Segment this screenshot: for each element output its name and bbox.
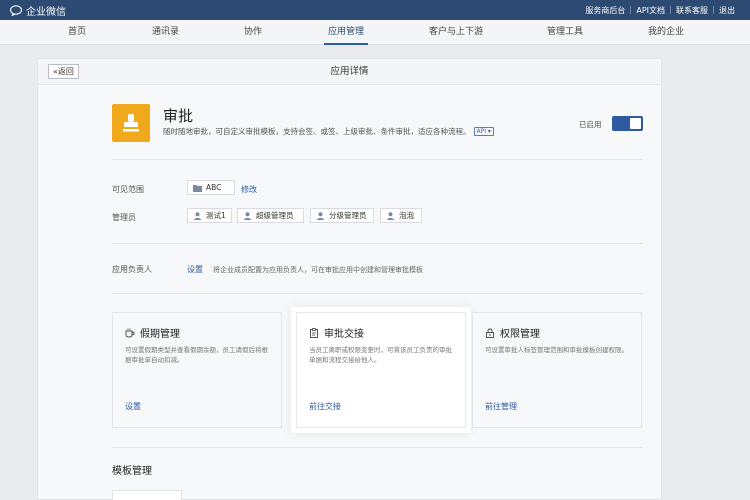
edit-visibility-link[interactable]: 修改	[241, 184, 257, 195]
leave-settings-link[interactable]: 设置	[125, 401, 141, 412]
nav-collaboration[interactable]: 协作	[244, 20, 262, 45]
back-button[interactable]: «返回	[48, 64, 79, 79]
approval-app-icon	[112, 104, 150, 142]
nav-app-management[interactable]: 应用管理	[323, 20, 369, 45]
admin-name: 超级管理员	[256, 211, 294, 220]
app-detail-panel: «返回 应用详情 审批 随时随地审批，可自定义审批模板，支持会签、或签、上级审批…	[37, 58, 662, 500]
top-links: 服务商后台 API文档 联系客服 退出	[580, 5, 740, 16]
nav-home[interactable]: 首页	[68, 20, 86, 45]
admin-name: 测试1	[206, 211, 226, 220]
divider	[112, 293, 643, 294]
divider	[112, 159, 643, 160]
card-title: 权限管理	[485, 325, 540, 340]
lock-icon	[486, 328, 494, 338]
admin-chip: 分级管理员	[310, 208, 374, 223]
wecom-logo-icon	[10, 4, 23, 16]
api-badge[interactable]: API ▾	[473, 127, 494, 136]
admin-chip: 测试1	[187, 208, 232, 223]
go-handover-link[interactable]: 前往交接	[309, 401, 341, 412]
visibility-value: ABC	[206, 183, 222, 192]
admin-name: 泡泡	[399, 211, 414, 220]
logout-link[interactable]: 退出	[714, 5, 740, 16]
folder-icon	[193, 184, 202, 192]
nav-customers[interactable]: 客户与上下游	[429, 20, 483, 45]
toggle-knob	[630, 118, 641, 129]
card-title-text: 权限管理	[500, 329, 540, 340]
nav-my-enterprise[interactable]: 我的企业	[648, 20, 684, 45]
admin-chip: 超级管理员	[237, 208, 304, 223]
panel-title: 应用详情	[330, 66, 369, 77]
enable-toggle[interactable]	[612, 116, 643, 131]
visibility-label: 可见范围	[112, 185, 144, 194]
owner-label: 应用负责人	[112, 265, 152, 274]
admins-label: 管理员	[112, 213, 136, 222]
owner-hint: 将企业成员配置为应用负责人，可在审批应用中创建和管理审批模板	[213, 266, 423, 274]
approval-handover-card[interactable]: 审批交接 当员工离职或权限变更时，可将该员工负责的审批单据和流程交接给他人。 前…	[296, 312, 466, 428]
app-name: 审批	[163, 107, 194, 125]
card-title-text: 假期管理	[140, 329, 180, 340]
go-manage-link[interactable]: 前往管理	[485, 401, 517, 412]
provider-console-link[interactable]: 服务商后台	[580, 5, 630, 16]
panel-header: «返回 应用详情	[38, 59, 661, 85]
template-management-title: 模板管理	[112, 466, 152, 477]
card-description: 当员工离职或权限变更时，可将该员工负责的审批单据和流程交接给他人。	[309, 346, 452, 364]
main-nav: 首页 通讯录 协作 应用管理 客户与上下游 管理工具 我的企业	[0, 20, 750, 45]
status-label: 已启用	[579, 120, 602, 129]
app-description-text: 随时随地审批，可自定义审批模板，支持会签、或签、上级审批、条件审批，适应各种流程…	[163, 127, 471, 136]
template-box[interactable]	[112, 490, 182, 500]
visibility-chip: ABC	[187, 180, 235, 195]
divider	[112, 447, 643, 448]
app-description: 随时随地审批，可自定义审批模板，支持会签、或签、上级审批、条件审批，适应各种流程…	[163, 126, 494, 137]
cup-icon	[125, 328, 135, 337]
api-docs-link[interactable]: API文档	[631, 5, 670, 16]
user-icon	[243, 211, 252, 220]
stamp-icon	[123, 114, 139, 132]
nav-management-tools[interactable]: 管理工具	[547, 20, 583, 45]
card-description: 可设置假期类型并查看假期余额，员工请假后将根据审批单自动扣减。	[125, 346, 268, 364]
contact-support-link[interactable]: 联系客服	[671, 5, 713, 16]
permission-management-card[interactable]: 权限管理 可设置审批人标签管理范围和审批模板创建权限。 前往管理	[472, 312, 642, 428]
set-owner-link[interactable]: 设置	[187, 264, 203, 275]
top-bar: 企业微信 服务商后台 API文档 联系客服 退出	[0, 0, 750, 20]
divider	[112, 243, 643, 244]
clipboard-icon	[310, 327, 318, 338]
admin-name: 分级管理员	[329, 211, 367, 220]
card-title-text: 审批交接	[324, 329, 364, 340]
admin-chip: 泡泡	[380, 208, 422, 223]
leave-management-card[interactable]: 假期管理 可设置假期类型并查看假期余额，员工请假后将根据审批单自动扣减。 设置	[112, 312, 282, 428]
logo[interactable]: 企业微信	[10, 3, 66, 18]
nav-contacts[interactable]: 通讯录	[152, 20, 179, 45]
user-icon	[316, 211, 325, 220]
user-icon	[193, 211, 202, 220]
card-title: 假期管理	[125, 325, 180, 340]
card-description: 可设置审批人标签管理范围和审批模板创建权限。	[485, 346, 628, 354]
logo-text: 企业微信	[26, 6, 66, 18]
card-title: 审批交接	[309, 325, 364, 340]
user-icon	[386, 211, 395, 220]
